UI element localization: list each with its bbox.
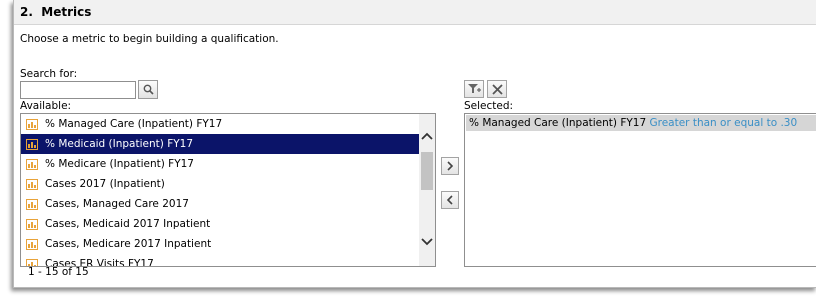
search-icon [143, 84, 154, 95]
section-title-text: Metrics [41, 5, 92, 19]
selected-label: Selected: [464, 100, 514, 112]
list-item[interactable]: Cases, Medicare 2017 Inpatient [21, 234, 419, 254]
list-item-label: Cases 2017 (Inpatient) [45, 178, 165, 190]
vertical-scrollbar[interactable] [419, 114, 435, 266]
section-title: 2. Metrics [20, 5, 91, 19]
scroll-down-button[interactable] [419, 234, 435, 250]
available-list: % Managed Care (Inpatient) FY17 % Medicai… [21, 114, 419, 266]
scroll-up-button[interactable] [419, 128, 435, 144]
section-number: 2. [20, 5, 33, 19]
chevron-down-icon [421, 238, 433, 246]
list-item[interactable]: Cases 2017 (Inpatient) [21, 174, 419, 194]
metric-icon [26, 179, 38, 190]
search-label: Search for: [20, 68, 78, 80]
list-item-label: % Managed Care (Inpatient) FY17 [45, 118, 223, 130]
list-item[interactable]: % Medicaid (Inpatient) FY17 [21, 134, 419, 154]
chevron-left-icon [446, 195, 453, 205]
selected-item[interactable]: % Managed Care (Inpatient) FY17 Greater … [466, 115, 816, 131]
list-item-label: Cases, Medicaid 2017 Inpatient [45, 218, 211, 230]
filter-add-button[interactable] [464, 80, 484, 98]
search-input[interactable] [20, 81, 136, 99]
metric-icon [26, 199, 38, 210]
add-metric-button[interactable] [441, 157, 459, 175]
selected-metric-name: % Managed Care (Inpatient) FY17 [469, 117, 647, 129]
metrics-panel: 2. Metrics Choose a metric to begin buil… [13, 0, 816, 288]
metric-icon [26, 239, 38, 250]
clear-x-icon [491, 83, 503, 95]
search-button[interactable] [138, 80, 158, 99]
chevron-up-icon [421, 132, 433, 140]
section-header: 2. Metrics [14, 0, 816, 25]
intro-text: Choose a metric to begin building a qual… [20, 33, 279, 45]
metric-icon [26, 219, 38, 230]
result-count: 1 - 15 of 15 [28, 266, 89, 278]
list-item-label: % Medicare (Inpatient) FY17 [45, 158, 194, 170]
available-label: Available: [20, 100, 72, 112]
available-listbox[interactable]: % Managed Care (Inpatient) FY17 % Medicai… [20, 113, 436, 267]
list-item-label: Cases, Medicare 2017 Inpatient [45, 238, 212, 250]
list-item[interactable]: Cases, Managed Care 2017 [21, 194, 419, 214]
selected-condition-link[interactable]: Greater than or equal to .30 [649, 117, 797, 129]
selected-listbox[interactable]: % Managed Care (Inpatient) FY17 Greater … [464, 113, 816, 267]
list-item-label: Cases, Managed Care 2017 [45, 198, 189, 210]
list-item-label: % Medicaid (Inpatient) FY17 [45, 138, 194, 150]
clear-button[interactable] [487, 80, 507, 98]
chevron-right-icon [447, 161, 454, 171]
metric-icon [26, 119, 38, 130]
list-item[interactable]: Cases, Medicaid 2017 Inpatient [21, 214, 419, 234]
metric-icon [26, 139, 38, 150]
filter-add-icon [468, 84, 481, 93]
remove-metric-button[interactable] [441, 191, 459, 209]
list-item[interactable]: % Managed Care (Inpatient) FY17 [21, 114, 419, 134]
list-item[interactable]: % Medicare (Inpatient) FY17 [21, 154, 419, 174]
metric-icon [26, 159, 38, 170]
scroll-thumb[interactable] [421, 152, 433, 190]
